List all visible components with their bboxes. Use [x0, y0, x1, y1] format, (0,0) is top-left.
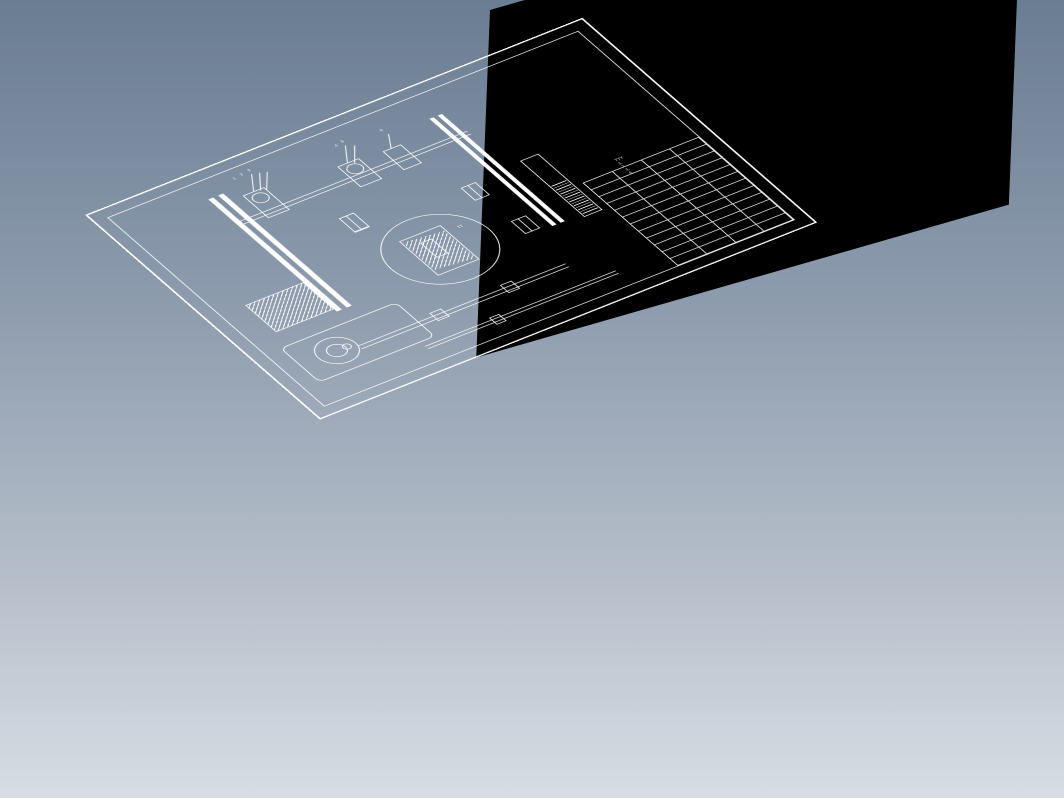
base-hatched-frame: [245, 282, 334, 332]
callout-1: 1: [232, 178, 237, 181]
callout-6: 6: [380, 129, 385, 132]
leader-5: [354, 145, 355, 163]
leader-1: [251, 174, 254, 192]
callout-3: 3: [247, 169, 252, 172]
callout-5: 5: [341, 140, 346, 143]
leader-4: [345, 145, 348, 163]
leader-6: [388, 134, 392, 149]
leader-3: [266, 172, 268, 190]
callout-4: 4: [334, 144, 339, 147]
leader-2: [259, 173, 261, 191]
top-assy-1: [243, 187, 290, 218]
callout-2: 2: [240, 173, 245, 176]
